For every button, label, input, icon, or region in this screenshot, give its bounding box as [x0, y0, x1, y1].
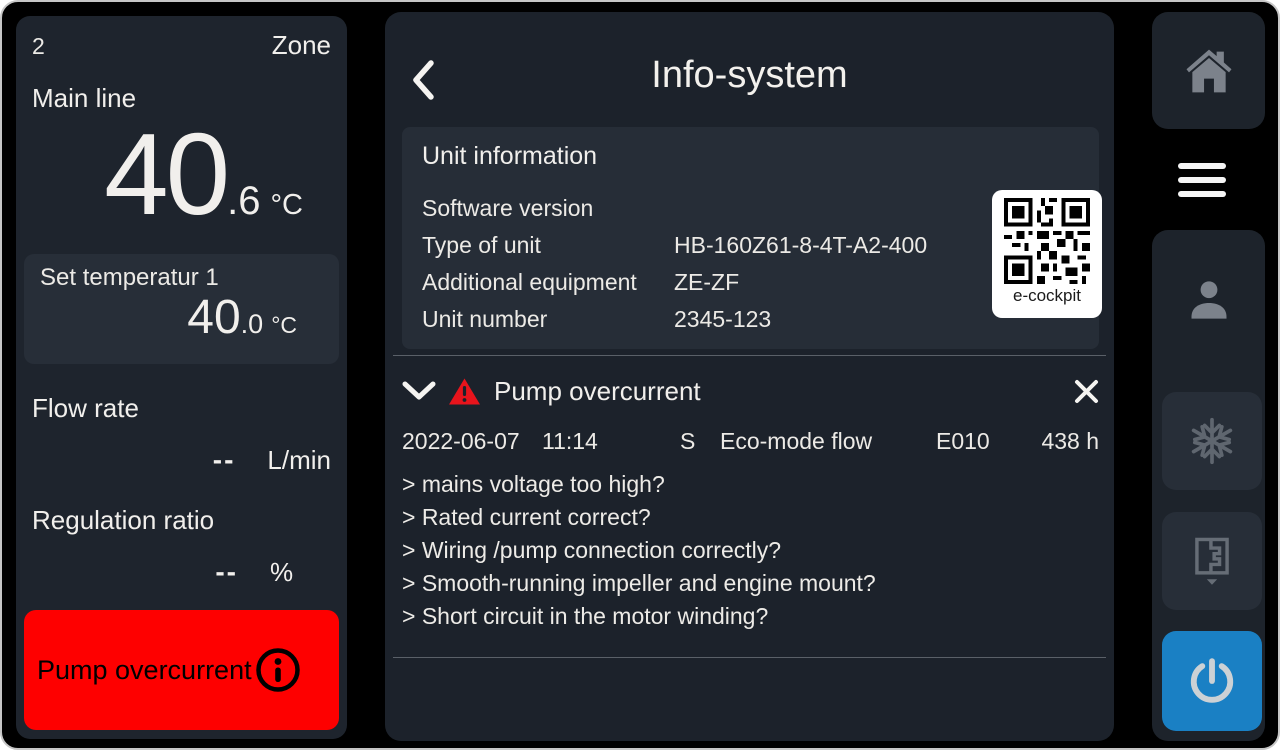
main-temp-fraction: .6 [227, 179, 260, 224]
sidebar-item-mold[interactable] [1162, 512, 1262, 610]
info-row-label: Type of unit [422, 232, 674, 259]
zone-label: Zone [272, 30, 331, 61]
alarm-hint: > mains voltage too high? [402, 468, 1099, 501]
info-row: Additional equipment ZE-ZF [422, 264, 1079, 301]
power-icon [1185, 654, 1239, 708]
alarm-time: 11:14 [542, 428, 680, 455]
close-icon [1074, 379, 1099, 404]
main-temp-unit: °C [270, 189, 303, 222]
alarm-code: E010 [936, 428, 1009, 455]
main-temperature: 40 .6 °C [32, 116, 331, 228]
info-row: Unit number 2345-123 [422, 301, 1079, 338]
separator [393, 657, 1106, 658]
alarm-mode: Eco-mode flow [720, 428, 936, 455]
flow-rate-value: -- [32, 444, 235, 476]
back-button[interactable] [401, 52, 445, 108]
info-row-label: Unit number [422, 306, 674, 333]
regulation-ratio-value: -- [32, 556, 238, 588]
regulation-ratio-label: Regulation ratio [32, 505, 331, 536]
regulation-ratio-value-row: -- % [32, 556, 331, 588]
sidebar-lower-group [1152, 230, 1265, 741]
menu-icon [1178, 163, 1226, 197]
alarm-date: 2022-06-07 [402, 428, 542, 455]
user-icon [1181, 272, 1237, 328]
info-row-label: Software version [422, 195, 674, 222]
sidebar-item-user[interactable] [1152, 260, 1265, 340]
warning-triangle-icon [448, 377, 481, 406]
set-temp-integer: 40 [187, 294, 240, 342]
alarm-header: Pump overcurrent [402, 367, 1099, 415]
home-icon [1182, 46, 1236, 96]
set-temp-unit: °C [271, 312, 297, 339]
hmi-screen: 2 Zone Main line 40 .6 °C Set temperatur… [0, 0, 1280, 750]
info-circle-icon [254, 646, 302, 694]
close-button[interactable] [1065, 374, 1099, 408]
flow-rate-unit: L/min [267, 445, 331, 476]
mold-icon [1186, 533, 1238, 589]
info-system-panel: Info-system Unit information Software ve… [385, 12, 1114, 741]
separator [393, 355, 1106, 356]
zone-number: 2 [32, 33, 45, 60]
alarm-banner[interactable]: Pump overcurrent [24, 610, 339, 730]
alarm-operating-hours: 438 h [1009, 428, 1099, 455]
unit-information-title: Unit information [422, 142, 1079, 171]
set-temperature-tile[interactable]: Set temperatur 1 40 .0 °C [24, 254, 339, 364]
back-chevron-icon [410, 59, 436, 101]
zone-panel: 2 Zone Main line 40 .6 °C Set temperatur… [16, 16, 347, 739]
flow-rate-label: Flow rate [32, 393, 331, 424]
qr-code-icon [1004, 198, 1090, 284]
alarm-hint: > Wiring /pump connection correctly? [402, 534, 1099, 567]
page-title: Info-system [385, 12, 1114, 97]
alarm-hint: > Rated current correct? [402, 501, 1099, 534]
main-temp-integer: 40 [104, 116, 227, 232]
set-temp-label: Set temperatur 1 [40, 264, 323, 292]
collapse-button[interactable] [402, 376, 438, 406]
snowflake-icon [1186, 415, 1238, 467]
alarm-title: Pump overcurrent [494, 376, 701, 407]
info-row: Type of unit HB-160Z61-8-4T-A2-400 [422, 227, 1079, 264]
info-row-label: Additional equipment [422, 269, 674, 296]
sidebar-item-menu[interactable] [1114, 129, 1260, 230]
sidebar-item-home[interactable] [1152, 12, 1265, 129]
alarm-class: S [680, 428, 720, 455]
zone-header: 2 Zone [32, 30, 331, 61]
chevron-down-icon [402, 381, 436, 401]
regulation-ratio-unit: % [270, 557, 293, 588]
power-button[interactable] [1162, 631, 1262, 731]
unit-information-card: Unit information Software version Type o… [402, 127, 1099, 349]
set-temp-value: 40 .0 °C [40, 294, 323, 342]
alarm-hint: > Short circuit in the motor winding? [402, 600, 1099, 633]
qr-card[interactable]: e-cockpit [992, 190, 1102, 318]
flow-rate-value-row: -- L/min [32, 444, 331, 476]
qr-label: e-cockpit [1013, 286, 1081, 306]
alarm-hint: > Smooth-running impeller and engine mou… [402, 567, 1099, 600]
alarm-banner-label: Pump overcurrent [37, 655, 252, 686]
alarm-entry: Pump overcurrent 2022-06-07 11:14 S Eco-… [402, 367, 1099, 633]
unit-information-rows: Software version Type of unit HB-160Z61-… [422, 190, 1079, 338]
alarm-hints: > mains voltage too high? > Rated curren… [402, 468, 1099, 633]
sidebar-item-cooling[interactable] [1162, 392, 1262, 490]
set-temp-fraction: .0 [241, 309, 264, 340]
alarm-meta-row: 2022-06-07 11:14 S Eco-mode flow E010 43… [402, 428, 1099, 455]
info-row: Software version [422, 190, 1079, 227]
